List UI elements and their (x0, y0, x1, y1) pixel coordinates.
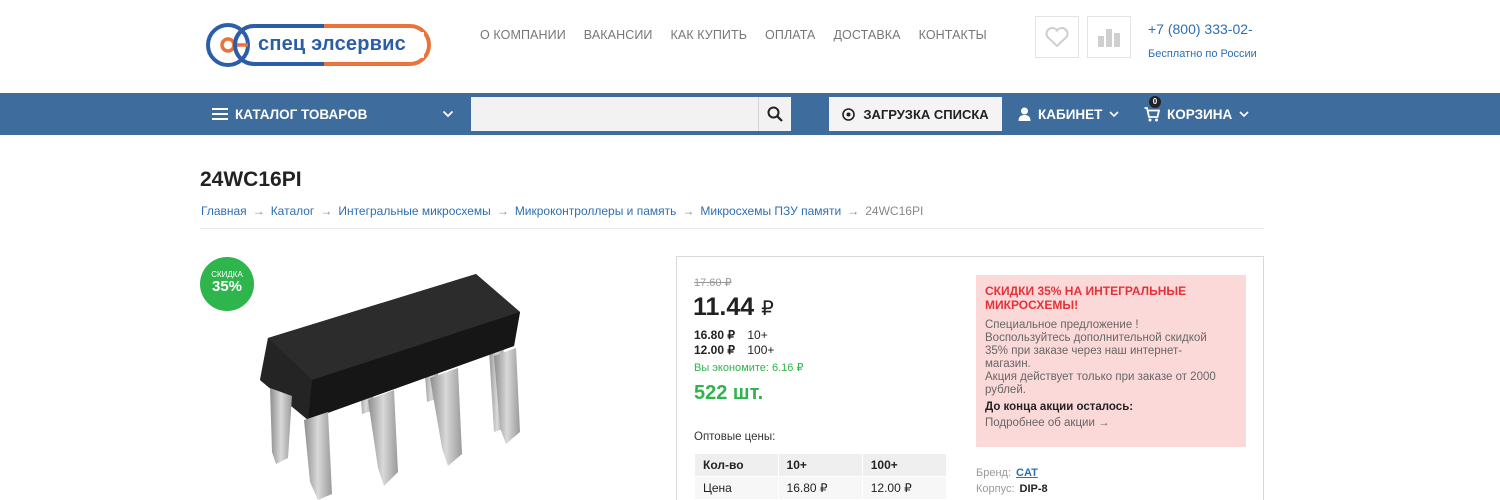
wholesale-table: Кол-во 10+ 100+ Цена 16.80 ₽ 12.00 ₽ (694, 453, 948, 500)
table-header-cell: 10+ (777, 453, 863, 477)
promo-line: магазин. (985, 358, 1031, 370)
spec-brand: Бренд: CAT (976, 467, 1038, 479)
chevron-down-icon (442, 110, 454, 118)
nav-about[interactable]: О КОМПАНИИ (480, 28, 566, 42)
search-button[interactable] (758, 97, 791, 131)
breadcrumb-catalog[interactable]: Каталог (271, 204, 315, 218)
nav-contacts[interactable]: КОНТАКТЫ (919, 28, 987, 42)
arrow-right-icon: → (682, 204, 695, 218)
main-toolbar: КАТАЛОГ ТОВАРОВ ЗАГРУЗКА СПИСКА КАБИНЕТ (0, 93, 1500, 135)
phone-note: Бесплатно по России (1148, 48, 1257, 60)
promo-details-link[interactable]: Подробнее об акции → (985, 417, 1237, 429)
promo-text: Специальное предложение ! Воспользуйтесь… (985, 319, 1237, 397)
chevron-down-icon (1109, 110, 1119, 117)
menu-icon (212, 108, 228, 120)
table-cell: 12.00 ₽ (861, 476, 948, 500)
price-tier: 12.00 ₽ 100+ (694, 343, 774, 357)
currency-symbol: ₽ (761, 298, 774, 320)
heart-icon (1045, 27, 1069, 48)
spec-label: Корпус: (976, 483, 1015, 495)
price-tier: 16.80 ₽ 10+ (694, 328, 768, 342)
promo-countdown-label: До конца акции осталось: (985, 401, 1134, 413)
search-input[interactable] (471, 97, 758, 131)
table-cell: Цена (694, 476, 779, 500)
favorites-button[interactable] (1035, 16, 1079, 58)
table-header-cell: Кол-во (694, 453, 779, 477)
stock-quantity: 522 шт. (694, 382, 764, 404)
spec-label: Бренд: (976, 467, 1012, 479)
compare-button[interactable] (1087, 16, 1131, 58)
upload-circle-icon (842, 107, 856, 121)
breadcrumb-rom-memory[interactable]: Микросхемы ПЗУ памяти (700, 204, 841, 218)
nav-vacancies[interactable]: ВАКАНСИИ (584, 28, 653, 42)
tier-price: 12.00 ₽ (694, 343, 735, 357)
spec-package: Корпус: DIP-8 (976, 483, 1048, 495)
price-panel: 17.60 ₽ 11.44 ₽ 16.80 ₽ 10+ 12.00 ₽ 100+… (676, 256, 1264, 500)
table-row: Цена 16.80 ₽ 12.00 ₽ (694, 476, 948, 500)
table-cell: 16.80 ₽ (777, 476, 863, 500)
discount-badge: СКИДКА 35% (200, 257, 254, 311)
tier-price: 16.80 ₽ (694, 328, 735, 342)
arrow-right-icon: → (320, 204, 333, 218)
search-icon (767, 106, 783, 122)
chevron-down-icon (1239, 110, 1249, 117)
cabinet-button[interactable]: КАБИНЕТ (1018, 93, 1119, 135)
upload-list-label: ЗАГРУЗКА СПИСКА (863, 106, 989, 122)
cart-label: КОРЗИНА (1167, 106, 1233, 122)
package-value: DIP-8 (1019, 483, 1048, 495)
nav-how-to-buy[interactable]: КАК КУПИТЬ (671, 28, 748, 42)
old-price: 17.60 ₽ (694, 277, 732, 289)
promo-banner: СКИДКИ 35% НА ИНТЕГРАЛЬНЫЕ МИКРОСХЕМЫ! С… (976, 275, 1246, 447)
upload-list-button[interactable]: ЗАГРУЗКА СПИСКА (829, 97, 1002, 131)
breadcrumb-current: 24WC16PI (865, 204, 924, 218)
arrow-right-icon: → (847, 204, 860, 218)
breadcrumb-integrated-circuits[interactable]: Интегральные микросхемы (338, 204, 491, 218)
phone-number[interactable]: +7 (800) 333-02- (1148, 21, 1258, 37)
table-header-cell: 100+ (861, 453, 948, 477)
cabinet-label: КАБИНЕТ (1038, 106, 1103, 122)
brand-link[interactable]: CAT (1016, 467, 1038, 479)
catalog-label: КАТАЛОГ ТОВАРОВ (235, 106, 368, 122)
cart-button[interactable]: 0 КОРЗИНА (1144, 93, 1249, 135)
breadcrumb: Главная → Каталог → Интегральные микросх… (201, 204, 923, 218)
promo-line: 35% при заказе через наш интернет- (985, 345, 1183, 357)
tier-qty: 100+ (747, 343, 775, 357)
wholesale-label: Оптовые цены: (694, 431, 776, 443)
catalog-menu-button[interactable]: КАТАЛОГ ТОВАРОВ (212, 93, 454, 135)
divider (200, 228, 1264, 229)
breadcrumb-microcontrollers[interactable]: Микроконтроллеры и память (515, 204, 677, 218)
arrow-right-icon: → (496, 204, 509, 218)
table-header-row: Кол-во 10+ 100+ (694, 453, 948, 477)
current-price-value: 11.44 (693, 293, 755, 321)
page-title: 24WC16PI (200, 168, 302, 191)
user-icon (1018, 107, 1031, 121)
promo-title: СКИДКИ 35% НА ИНТЕГРАЛЬНЫЕ МИКРОСХЕМЫ! (985, 284, 1187, 312)
nav-delivery[interactable]: ДОСТАВКА (833, 28, 900, 42)
promo-line: Специальное предложение ! (985, 319, 1139, 331)
current-price: 11.44 ₽ (693, 293, 774, 322)
promo-line: рублей. (985, 384, 1026, 396)
breadcrumb-home[interactable]: Главная (201, 204, 247, 218)
arrow-right-icon: → (252, 204, 265, 218)
site-logo[interactable]: спец элсервис (204, 18, 444, 72)
top-nav: О КОМПАНИИ ВАКАНСИИ КАК КУПИТЬ ОПЛАТА ДО… (480, 28, 987, 42)
tier-qty: 10+ (747, 328, 768, 342)
logo-text: спец элсервис (258, 33, 406, 55)
promo-line: Акция действует только при заказе от 200… (985, 371, 1216, 383)
bar-chart-icon (1098, 29, 1120, 47)
promo-line: Воспользуйтесь дополнительной скидкой (985, 332, 1207, 344)
nav-payment[interactable]: ОПЛАТА (765, 28, 815, 42)
discount-badge-value: 35% (211, 278, 243, 295)
cart-icon (1144, 107, 1161, 122)
product-image[interactable] (248, 268, 538, 500)
savings-text: Вы экономите: 6.16 ₽ (694, 362, 804, 374)
cart-count-badge: 0 (1149, 96, 1161, 108)
